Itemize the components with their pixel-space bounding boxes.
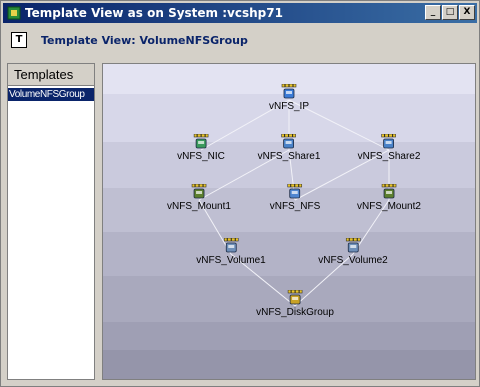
resource-node-label: vNFS_Volume2 (318, 255, 388, 266)
mount-resource-icon (191, 184, 207, 199)
resource-node-volume1[interactable]: vNFS_Volume1 (196, 238, 266, 266)
share-resource-icon (381, 134, 397, 149)
template-icon: T (11, 32, 27, 48)
resource-node-share2[interactable]: vNFS_Share2 (357, 134, 421, 162)
template-list-item[interactable]: VolumeNFSGroup (8, 88, 94, 101)
diskgroup-resource-icon (287, 290, 303, 305)
view-header: T Template View: VolumeNFSGroup (3, 26, 477, 54)
resource-node-mount2[interactable]: vNFS_Mount2 (357, 184, 421, 212)
templates-panel: Templates VolumeNFSGroup (7, 63, 95, 380)
minimize-button[interactable]: _ (425, 5, 441, 20)
resource-node-share1[interactable]: vNFS_Share1 (257, 134, 321, 162)
resource-node-ip[interactable]: vNFS_IP (269, 84, 309, 112)
volume-resource-icon (345, 238, 361, 253)
title-bar[interactable]: Template View as on System :vcshp71 _ □ … (3, 3, 477, 23)
resource-node-label: vNFS_IP (268, 101, 310, 112)
resource-node-nic[interactable]: vNFS_NIC (177, 134, 225, 162)
close-button[interactable]: X (459, 5, 475, 20)
nfs-resource-icon (287, 184, 303, 199)
window-title: Template View as on System :vcshp71 (25, 6, 283, 20)
resource-node-label: vNFS_NFS (269, 201, 321, 212)
resource-node-nfs[interactable]: vNFS_NFS (269, 184, 321, 212)
resource-node-label: vNFS_NIC (177, 151, 225, 162)
app-icon (7, 6, 21, 20)
nic-resource-icon (193, 134, 209, 149)
resource-node-mount1[interactable]: vNFS_Mount1 (167, 184, 231, 212)
resource-node-label: vNFS_Volume1 (196, 255, 266, 266)
share-resource-icon (281, 134, 297, 149)
template-view-window: Template View as on System :vcshp71 _ □ … (0, 0, 480, 387)
resource-node-label: vNFS_Mount1 (167, 201, 231, 212)
resource-node-label: vNFS_Mount2 (357, 201, 421, 212)
maximize-button[interactable]: □ (442, 5, 458, 20)
resource-node-label: vNFS_DiskGroup (256, 307, 334, 318)
view-subtitle: Template View: VolumeNFSGroup (41, 33, 248, 47)
ip-resource-icon (281, 84, 297, 99)
volume-resource-icon (223, 238, 239, 253)
resource-node-label: vNFS_Share1 (257, 151, 321, 162)
templates-heading: Templates (8, 64, 94, 86)
dependency-graph-canvas: vNFS_IP vNFS_NIC vNFS_Share1 vNFS_Share2 vNF… (102, 63, 476, 380)
resource-node-volume2[interactable]: vNFS_Volume2 (318, 238, 388, 266)
resource-node-diskgroup[interactable]: vNFS_DiskGroup (256, 290, 334, 318)
mount-resource-icon (381, 184, 397, 199)
window-controls: _ □ X (425, 5, 475, 20)
resource-node-label: vNFS_Share2 (357, 151, 421, 162)
